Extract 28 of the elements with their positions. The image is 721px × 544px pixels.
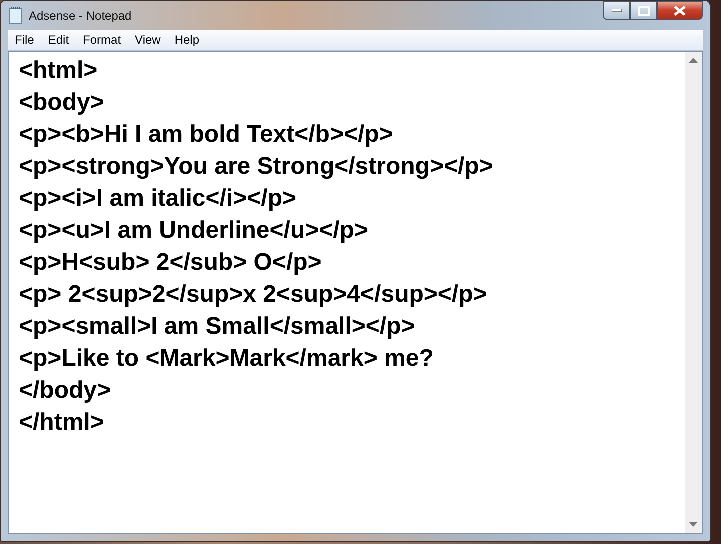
text-line: <p><u>I am Underline</u></p>: [19, 216, 370, 246]
text-line: <p>H<sub> 2</sub> O</p>: [19, 248, 323, 278]
text-line: <p> 2<sup>2</sup>x 2<sup>4</sup></p>: [19, 280, 488, 310]
scroll-up-icon[interactable]: [689, 58, 698, 63]
text-line: <p><i>I am italic</i></p>: [19, 184, 298, 214]
text-line: <p>Like to <Mark>Mark</mark> me?: [19, 344, 435, 374]
text-line: <p><b>Hi I am bold Text</b></p>: [19, 120, 394, 150]
notepad-icon: [9, 6, 23, 24]
text-line: <html>: [19, 56, 99, 86]
close-button[interactable]: [657, 1, 703, 20]
maximize-button[interactable]: [630, 1, 657, 20]
minimize-icon: [612, 8, 622, 12]
text-line: <body>: [19, 88, 106, 118]
close-icon: [674, 6, 686, 16]
text-line: </body>: [19, 376, 112, 406]
menu-item[interactable]: View: [128, 33, 168, 47]
text-line: <p><small>I am Small</small></p>: [19, 312, 416, 342]
maximize-icon: [638, 6, 650, 16]
menu-item[interactable]: File: [8, 33, 42, 47]
window-title: Adsense - Notepad: [29, 8, 132, 22]
text-line: <p><strong>You are Strong</strong></p>: [19, 152, 494, 182]
scrollbar[interactable]: [685, 52, 702, 533]
text-line: </html>: [19, 408, 106, 438]
menu-item[interactable]: Format: [76, 33, 128, 47]
menu-item[interactable]: Edit: [41, 33, 76, 47]
menu-item[interactable]: Help: [168, 33, 207, 47]
minimize-button[interactable]: [603, 1, 630, 20]
scroll-down-icon[interactable]: [689, 522, 698, 527]
